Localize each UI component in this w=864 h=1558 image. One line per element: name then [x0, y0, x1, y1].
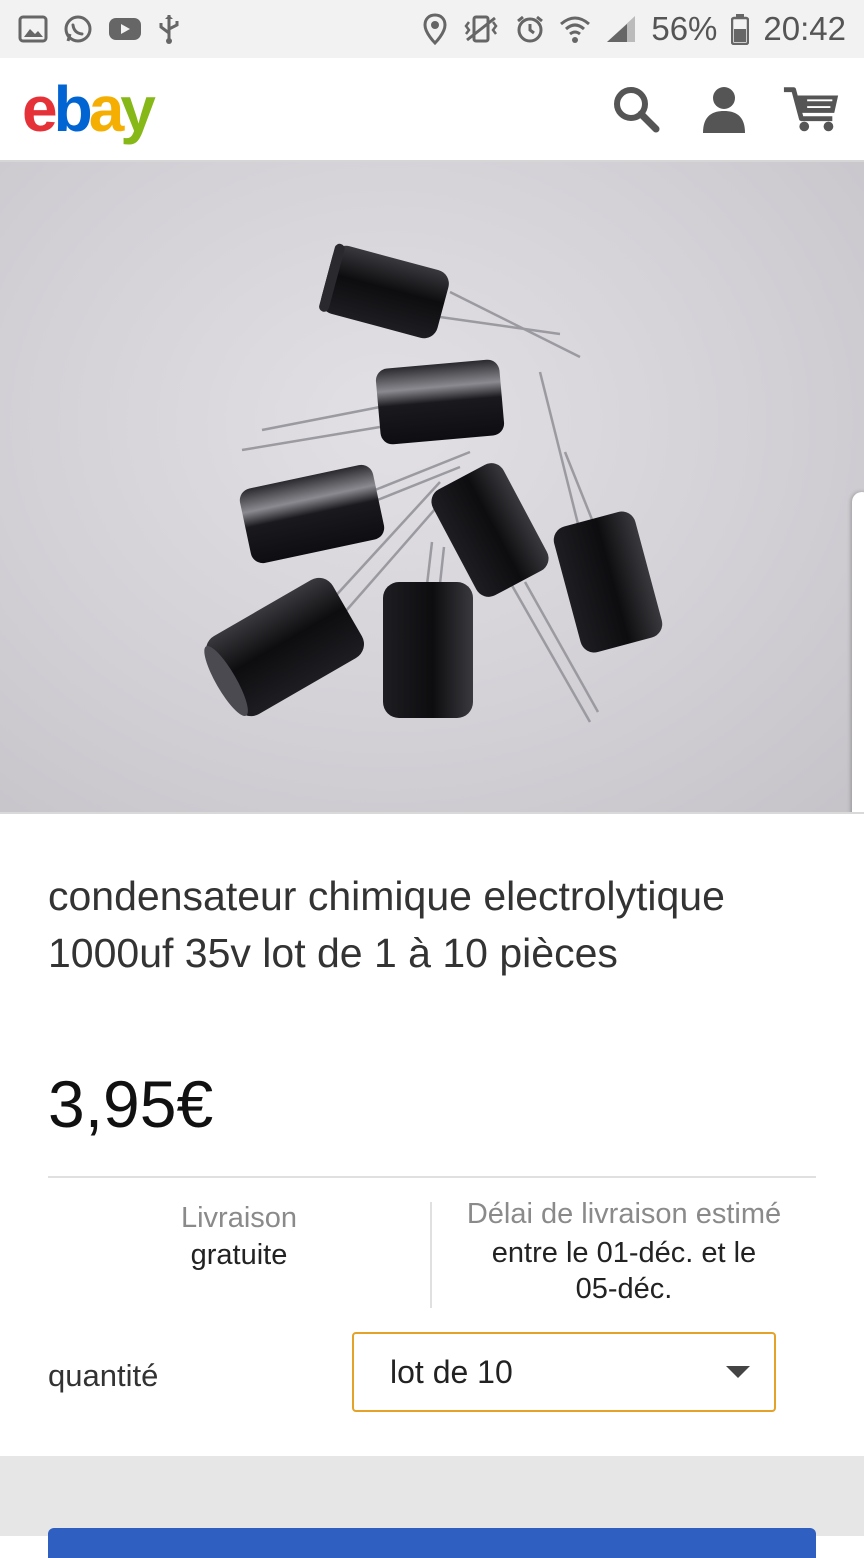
quantity-select[interactable]: lot de 10: [352, 1332, 776, 1412]
bottom-action-area: [0, 1456, 864, 1558]
logo-letter-y: y: [120, 73, 156, 145]
header-actions: [606, 79, 842, 139]
shipping-label: Livraison: [180, 1202, 298, 1234]
logo-letter-a: a: [88, 73, 125, 145]
product-details: condensateur chimique electrolytique 100…: [0, 812, 864, 1456]
battery-icon: [731, 13, 750, 45]
status-bar-left: [18, 13, 182, 45]
usb-debug-icon: [156, 13, 182, 45]
battery-percentage: 56%: [651, 10, 718, 47]
wifi-icon: [559, 14, 591, 44]
product-price: 3,95€: [48, 1067, 214, 1141]
gallery-icon: [18, 14, 48, 44]
delivery-value: entre le 01-déc. et le 05-déc.: [434, 1235, 814, 1307]
delivery-info: Délai de livraison estimé entre le 01-dé…: [434, 1198, 814, 1307]
product-image[interactable]: [0, 162, 864, 812]
location-icon: [423, 13, 447, 45]
search-icon[interactable]: [606, 79, 666, 139]
quantity-label: quantité: [48, 1358, 159, 1393]
logo-letter-b: b: [53, 73, 93, 145]
capacitors-photo: [204, 243, 663, 723]
youtube-icon: [108, 15, 142, 43]
logo-letter-e: e: [22, 73, 58, 145]
shipping-info: Livraison gratuite: [48, 1202, 430, 1272]
delivery-label: Délai de livraison estimé: [466, 1198, 782, 1230]
signal-icon: [605, 14, 637, 44]
app-header: e b a y: [0, 58, 864, 162]
delivery-value-line2: 05-déc.: [575, 1273, 673, 1305]
vertical-divider: [430, 1202, 432, 1308]
status-bar: 56% 20:42: [0, 0, 864, 58]
whatsapp-icon: [62, 13, 94, 45]
image-scroll-handle[interactable]: [852, 492, 864, 812]
vibrate-icon: [461, 14, 501, 44]
cart-icon[interactable]: [782, 79, 842, 139]
delivery-value-line1: entre le 01-déc. et le: [491, 1237, 757, 1269]
ebay-logo[interactable]: e b a y: [22, 73, 156, 145]
clock: 20:42: [763, 10, 846, 47]
divider: [48, 1176, 816, 1178]
quantity-selected-value: lot de 10: [390, 1353, 513, 1390]
chevron-down-icon: [726, 1366, 750, 1378]
user-icon[interactable]: [694, 79, 754, 139]
alarm-icon: [515, 14, 545, 44]
shipping-value: gratuite: [190, 1239, 288, 1271]
buy-now-button[interactable]: [48, 1528, 816, 1558]
product-title: condensateur chimique electrolytique 100…: [48, 873, 725, 976]
status-bar-right: 56% 20:42: [423, 10, 846, 48]
